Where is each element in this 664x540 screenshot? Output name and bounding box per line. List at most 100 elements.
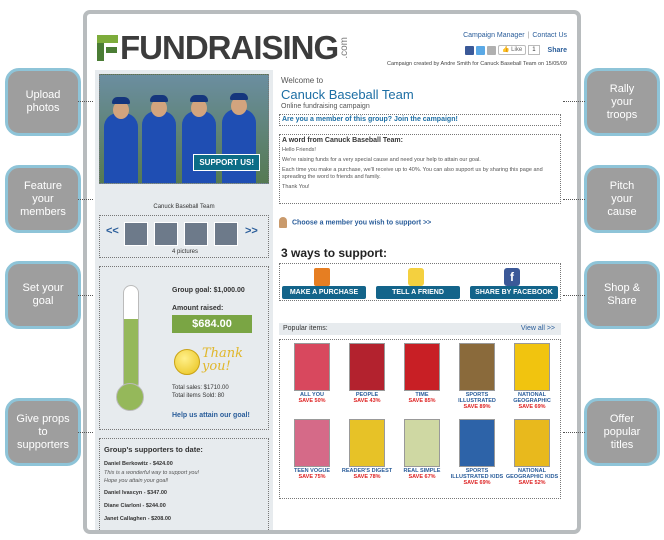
callout-upload-photos: Upload photos [5,68,81,136]
help-attain-goal-link[interactable]: Help us attain our goal! [172,412,250,419]
callout-popular-titles: Offer popular titles [584,398,660,466]
share-link[interactable]: Share [548,47,567,54]
magazine-title[interactable]: SPORTS ILLUSTRATED KIDS [449,468,505,480]
member-thumbnails: << >> 4 pictures [99,215,269,258]
magazine-discount: SAVE 67% [408,474,436,480]
connector-line [563,432,585,433]
magazine-cover[interactable] [404,343,440,391]
thermometer-fill [124,318,138,390]
magazine-title[interactable]: NATIONAL GEOGRAPHIC KIDS [504,468,560,480]
member-thumbnail[interactable] [124,222,148,246]
popular-items-bar: Popular items: View all >> [279,323,561,335]
magazine-cover[interactable] [514,419,550,467]
fundraising-page: FUNDRAISING .com Campaign Manager | Contac… [83,10,581,534]
word-heading: A word from Canuck Baseball Team: [282,137,403,144]
word-paragraph: Thank You! [282,184,310,190]
connector-line [563,295,585,296]
social-bar: 👍 Like 1 Share [465,45,567,55]
campaign-manager-link[interactable]: Campaign Manager [463,32,524,39]
member-thumbnail[interactable] [154,222,178,246]
group-goal: Group goal: $1,000.00 [172,287,245,294]
supporter-name: Diane Ciarloni - $244.00 [104,503,166,509]
magazine-title[interactable]: NATIONAL GEOGRAPHIC [504,392,560,404]
team-name-heading: Canuck Baseball Team [281,87,414,102]
magazine-item[interactable]: NATIONAL GEOGRAPHIC KIDS SAVE 52% [504,419,560,487]
choose-member-link[interactable]: Choose a member you wish to support >> [279,217,431,228]
contact-us-link[interactable]: Contact Us [532,32,567,39]
magazine-item[interactable]: SPORTS ILLUSTRATED SAVE 89% [449,343,505,411]
callout-pitch-cause: Pitch your cause [584,165,660,233]
view-all-link[interactable]: View all >> [521,323,555,335]
magazine-item[interactable]: TIME SAVE 85% [394,343,450,405]
callout-set-goal: Set your goal [5,261,81,329]
team-photo[interactable]: SUPPORT US! [99,74,269,184]
pictures-count: 4 pictures [171,249,198,255]
word-paragraph: Each time you make a purchase, we'll rec… [282,167,543,180]
twitter-icon[interactable] [476,45,486,55]
amount-raised-value: $684.00 [172,315,252,333]
connector-line [78,199,93,200]
callout-give-props: Give props to supporters [5,398,81,466]
campaign-subtitle: Online fundraising campaign [281,103,370,110]
connector-line [78,101,93,102]
like-button[interactable]: 👍 Like [498,45,527,55]
support-us-button[interactable]: SUPPORT US! [193,154,260,171]
supporter-name: Daniel Berkowitz - $424.00 [104,461,173,467]
magazine-item[interactable]: REAL SIMPLE SAVE 67% [394,419,450,481]
callout-rally-troops: Rally your troops [584,68,660,136]
magazine-discount: SAVE 69% [463,480,491,486]
supporters-box: Group's supporters to date: Daniel Berko… [99,438,269,530]
tell-friend-button[interactable]: TELL A FRIEND [376,286,460,299]
supporter-message: This is a wonderful way to support you! [104,470,200,476]
magazine-item[interactable]: NATIONAL GEOGRAPHIC SAVE 69% [504,343,560,411]
magazine-item[interactable]: PEOPLE SAVE 43% [339,343,395,405]
magazine-cover[interactable] [294,419,330,467]
logo-suffix: .com [339,37,351,59]
magazine-item[interactable]: TEEN VOGUE SAVE 75% [284,419,340,481]
created-by-text: Campaign created by Andre Smith for Canu… [387,61,567,67]
member-thumbnail[interactable] [184,222,208,246]
magazine-cover[interactable] [294,343,330,391]
word-paragraph: Hello Friends! [282,147,316,153]
email-icon[interactable] [487,45,497,55]
word-from-team: A word from Canuck Baseball Team: Hello … [279,134,561,204]
left-column: SUPPORT US! Canuck Baseball Team << >> 4… [95,70,273,530]
shopping-bag-icon [314,268,330,286]
word-paragraph: We're raising funds for a very special c… [282,157,481,163]
connector-line [78,295,93,296]
magazine-cover[interactable] [514,343,550,391]
magazine-cover[interactable] [459,343,495,391]
magazine-title[interactable]: SPORTS ILLUSTRATED [449,392,505,404]
amount-raised-label: Amount raised: [172,305,224,312]
facebook-icon[interactable] [465,45,475,55]
total-sales: Total sales: $1710.00 [172,385,229,391]
goal-box: Group goal: $1,000.00 Amount raised: $68… [99,266,269,430]
magazine-cover[interactable] [404,419,440,467]
next-arrow[interactable]: >> [245,225,258,237]
supporter-name: Daniel Ivascyn - $347.00 [104,490,167,496]
top-links: Campaign Manager | Contact Us [463,32,567,39]
magazine-item[interactable]: READER'S DIGEST SAVE 78% [339,419,395,481]
logo-mark-icon [97,35,118,61]
share-facebook-button[interactable]: SHARE BY FACEBOOK [470,286,558,299]
magazine-item[interactable]: ALL YOU SAVE 50% [284,343,340,405]
join-campaign-link[interactable]: Are you a member of this group? Join the… [279,114,561,126]
fundraising-logo[interactable]: FUNDRAISING .com [97,31,350,65]
supporter-message: Hope you attain your goal! [104,478,169,484]
person-icon [279,217,287,228]
supporter-name: Janet Callaghen - $208.00 [104,516,171,522]
make-purchase-button[interactable]: MAKE A PURCHASE [282,286,366,299]
popular-items-label: Popular items: [283,325,328,332]
magazine-cover[interactable] [349,343,385,391]
magazine-cover[interactable] [349,419,385,467]
connector-line [563,199,585,200]
callout-feature-members: Feature your members [5,165,81,233]
like-count: 1 [528,45,540,55]
member-thumbnail[interactable] [214,222,238,246]
magazine-item[interactable]: SPORTS ILLUSTRATED KIDS SAVE 69% [449,419,505,487]
envelope-icon [408,268,424,286]
magazine-cover[interactable] [459,419,495,467]
team-caption: Canuck Baseball Team [153,204,215,210]
prev-arrow[interactable]: << [106,225,119,237]
magazine-discount: SAVE 78% [353,474,381,480]
